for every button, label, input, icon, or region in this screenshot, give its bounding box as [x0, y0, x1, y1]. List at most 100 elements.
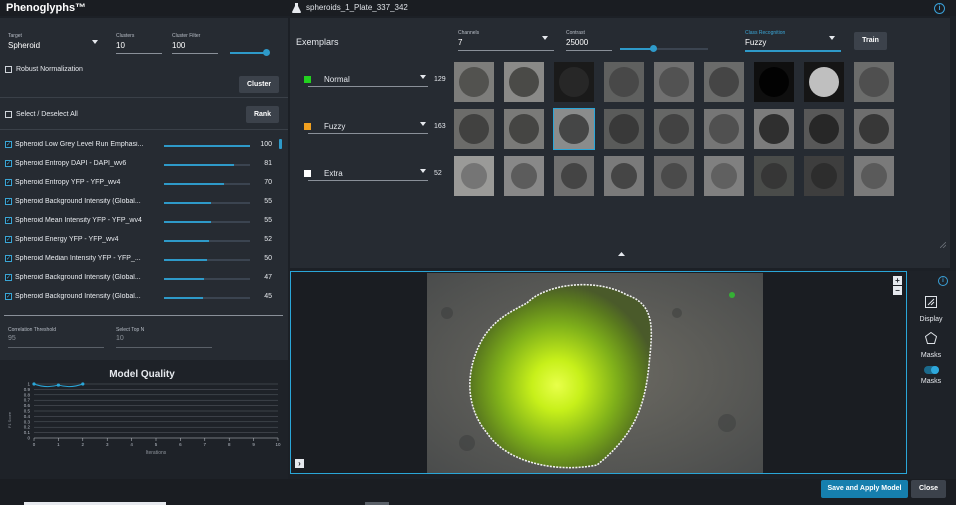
exemplar-thumbnail[interactable] — [754, 62, 794, 102]
chevron-down-icon[interactable] — [420, 75, 426, 79]
contrast-field[interactable]: Contrast 25000 — [566, 30, 612, 51]
display-icon[interactable] — [925, 296, 937, 308]
feature-weight-slider[interactable] — [164, 240, 250, 242]
info-icon[interactable]: i — [934, 3, 945, 14]
exemplar-thumbnail[interactable] — [854, 156, 894, 196]
exemplar-thumbnail[interactable] — [654, 62, 694, 102]
feature-weight-slider[interactable] — [164, 145, 250, 147]
rank-button[interactable]: Rank — [246, 106, 279, 123]
feature-checkbox[interactable] — [5, 255, 12, 262]
channels-value: 7 — [458, 38, 463, 47]
cluster-filter-field[interactable]: Cluster Filter 100 — [172, 33, 218, 54]
feature-checkbox[interactable] — [5, 217, 12, 224]
close-button[interactable]: Close — [911, 480, 946, 498]
feature-checkbox[interactable] — [5, 179, 12, 186]
exemplar-thumbnail[interactable] — [553, 108, 595, 150]
exemplar-thumbnail[interactable] — [704, 156, 744, 196]
target-select[interactable]: Target Spheroid — [8, 33, 104, 53]
spheroid-blob — [559, 67, 589, 97]
save-and-apply-button[interactable]: Save and Apply Model — [821, 480, 908, 498]
exemplar-thumbnail[interactable] — [604, 109, 644, 149]
exemplar-thumbnail[interactable] — [604, 156, 644, 196]
slider-thumb[interactable] — [262, 49, 270, 56]
top-n-field[interactable]: Select Top N 10 — [116, 327, 212, 349]
class-row[interactable]: Extra 52 — [296, 156, 456, 181]
exemplar-thumbnail[interactable] — [804, 62, 844, 102]
chevron-down-icon[interactable] — [420, 122, 426, 126]
clusters-field[interactable]: Clusters 10 — [116, 33, 162, 54]
feature-label: Spheroid Background Intensity (Global... — [15, 274, 141, 281]
exemplar-thumbnail[interactable] — [854, 109, 894, 149]
image-viewer[interactable]: + − › — [290, 271, 907, 474]
feature-checkbox[interactable] — [5, 236, 12, 243]
feature-weight-slider[interactable] — [164, 259, 250, 261]
feature-row[interactable]: Spheroid Mean Intensity YFP - YFP_wv4 55 — [0, 214, 288, 228]
feature-list-scrollbar[interactable] — [279, 139, 282, 149]
robust-normalization-checkbox[interactable] — [5, 66, 12, 73]
feature-value: 100 — [260, 141, 272, 148]
feature-row[interactable]: Spheroid Background Intensity (Global...… — [0, 290, 288, 304]
feature-row[interactable]: Spheroid Energy YFP - YFP_wv4 52 — [0, 233, 288, 247]
feature-row[interactable]: Spheroid Median Intensity YFP - YFP_... … — [0, 252, 288, 266]
select-all-checkbox[interactable] — [5, 111, 12, 118]
exemplar-thumbnail[interactable] — [704, 109, 744, 149]
correlation-threshold-field[interactable]: Correlation Threshold 95 — [8, 327, 104, 349]
feature-checkbox[interactable] — [5, 198, 12, 205]
info-icon[interactable]: i — [938, 276, 948, 286]
expand-button[interactable]: › — [295, 459, 304, 468]
train-button[interactable]: Train — [854, 32, 887, 50]
exemplar-thumbnail[interactable] — [454, 109, 494, 149]
feature-row[interactable]: Spheroid Low Grey Level Run Emphasi... 1… — [0, 138, 288, 152]
exemplar-thumbnail[interactable] — [504, 156, 544, 196]
field-underline — [172, 53, 218, 54]
chevron-up-icon[interactable] — [618, 252, 625, 256]
feature-row[interactable]: Spheroid Background Intensity (Global...… — [0, 271, 288, 285]
chevron-down-icon[interactable] — [420, 169, 426, 173]
spheroid-blob — [659, 67, 689, 97]
feature-row[interactable]: Spheroid Entropy YFP - YFP_wv4 70 — [0, 176, 288, 190]
masks-toggle[interactable] — [924, 366, 939, 374]
feature-weight-slider[interactable] — [164, 297, 250, 299]
exemplar-thumbnail[interactable] — [504, 109, 544, 149]
zoom-in-button[interactable]: + — [893, 276, 902, 285]
exemplar-thumbnail[interactable] — [804, 109, 844, 149]
exemplar-thumbnail[interactable] — [854, 62, 894, 102]
exemplar-thumbnail[interactable] — [804, 156, 844, 196]
exemplar-thumbnail[interactable] — [554, 62, 594, 102]
feature-checkbox[interactable] — [5, 293, 12, 300]
feature-weight-slider[interactable] — [164, 183, 250, 185]
resize-handle-icon[interactable] — [940, 242, 946, 248]
exemplar-thumbnail[interactable] — [754, 109, 794, 149]
feature-row[interactable]: Spheroid Entropy DAPI - DAPI_wv6 81 — [0, 157, 288, 171]
feature-checkbox[interactable] — [5, 141, 12, 148]
exemplar-thumbnail[interactable] — [604, 62, 644, 102]
slider-thumb[interactable] — [649, 45, 657, 52]
class-row[interactable]: Fuzzy 163 — [296, 109, 456, 134]
masks-icon[interactable] — [925, 332, 937, 344]
zoom-out-button[interactable]: − — [893, 286, 902, 295]
chart-title: Model Quality — [109, 369, 175, 380]
feature-checkbox[interactable] — [5, 160, 12, 167]
contrast-slider[interactable] — [620, 45, 708, 52]
exemplar-thumbnail[interactable] — [454, 62, 494, 102]
exemplar-thumbnail[interactable] — [454, 156, 494, 196]
exemplar-thumbnail[interactable] — [554, 156, 594, 196]
exemplar-thumbnail[interactable] — [704, 62, 744, 102]
feature-weight-slider[interactable] — [164, 164, 250, 166]
feature-weight-slider[interactable] — [164, 202, 250, 204]
exemplar-thumbnail[interactable] — [504, 62, 544, 102]
feature-weight-slider[interactable] — [164, 221, 250, 223]
exemplar-thumbnail[interactable] — [654, 156, 694, 196]
class-row[interactable]: Normal 129 — [296, 62, 456, 87]
exemplar-thumbnail[interactable] — [754, 156, 794, 196]
feature-row[interactable]: Spheroid Background Intensity (Global...… — [0, 195, 288, 209]
flask-icon — [292, 3, 301, 13]
cluster-filter-slider[interactable] — [230, 49, 270, 56]
feature-checkbox[interactable] — [5, 274, 12, 281]
spheroid-image[interactable] — [427, 273, 763, 473]
class-recognition-select[interactable]: Class Recognition Fuzzy — [745, 30, 841, 52]
cluster-button[interactable]: Cluster — [239, 76, 279, 93]
exemplar-thumbnail[interactable] — [654, 109, 694, 149]
feature-weight-slider[interactable] — [164, 278, 250, 280]
channels-select[interactable]: Channels 7 — [458, 30, 554, 51]
